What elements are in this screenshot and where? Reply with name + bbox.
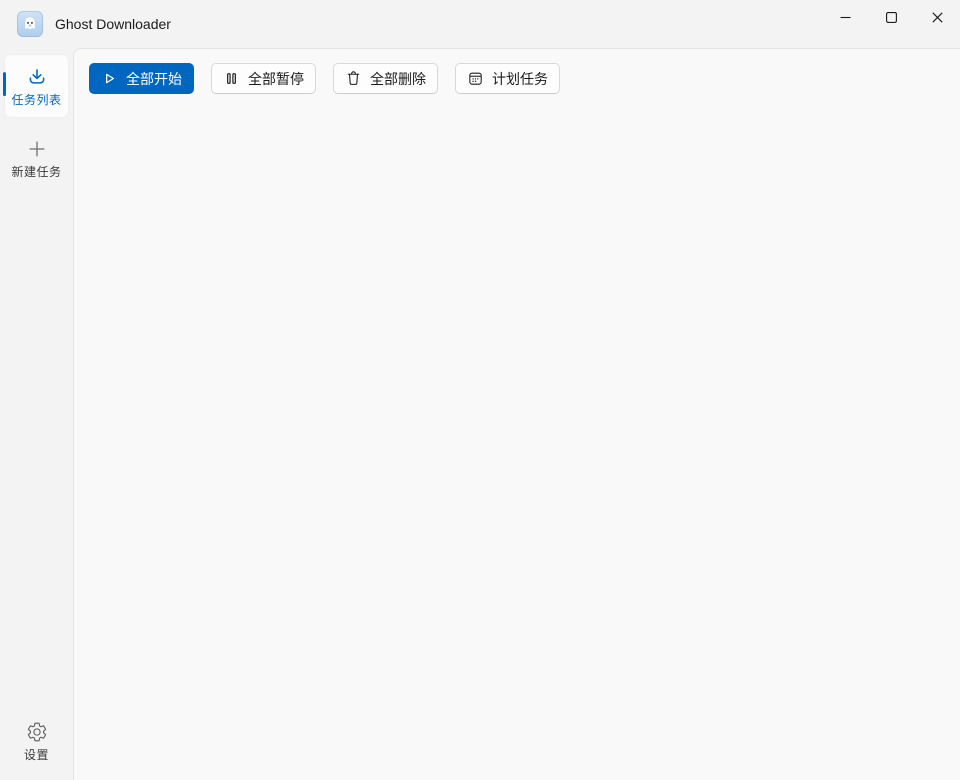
gear-icon [26,721,48,743]
minimize-button[interactable] [822,0,868,34]
close-icon [932,12,943,23]
titlebar: Ghost Downloader [0,0,960,48]
close-button[interactable] [914,0,960,34]
minimize-icon [840,12,851,23]
sidebar-item-label: 新建任务 [11,163,61,180]
scheduled-tasks-button[interactable]: 计划任务 [455,63,560,94]
task-list-empty-area [89,94,960,780]
sidebar-item-label: 设置 [24,746,49,763]
pause-all-button[interactable]: 全部暂停 [211,63,316,94]
sidebar-item-task-list[interactable]: 任务列表 [5,55,68,117]
trash-icon [345,70,362,87]
maximize-button[interactable] [868,0,914,34]
button-label: 全部删除 [370,69,426,89]
window-controls [822,0,960,34]
button-label: 全部暂停 [248,69,304,89]
window-title: Ghost Downloader [55,16,171,32]
sidebar-item-label: 任务列表 [11,91,61,108]
toolbar: 全部开始 全部暂停 [89,63,960,94]
sidebar-spacer [0,199,73,710]
download-icon [26,66,48,88]
sidebar-item-settings[interactable]: 设置 [5,710,68,772]
play-icon [101,70,118,87]
button-label: 计划任务 [492,69,548,89]
start-all-button[interactable]: 全部开始 [89,63,194,94]
selection-indicator [3,72,6,96]
sidebar-item-new-task[interactable]: 新建任务 [5,127,68,189]
delete-all-button[interactable]: 全部删除 [333,63,438,94]
pause-icon [223,70,240,87]
sidebar: 任务列表 新建任务 设置 [0,48,73,780]
button-label: 全部开始 [126,69,182,89]
plus-icon [26,138,48,160]
main-panel: 全部开始 全部暂停 [73,48,960,780]
calendar-icon [467,70,484,87]
app-logo-ghost-icon [17,11,43,37]
maximize-icon [886,12,897,23]
